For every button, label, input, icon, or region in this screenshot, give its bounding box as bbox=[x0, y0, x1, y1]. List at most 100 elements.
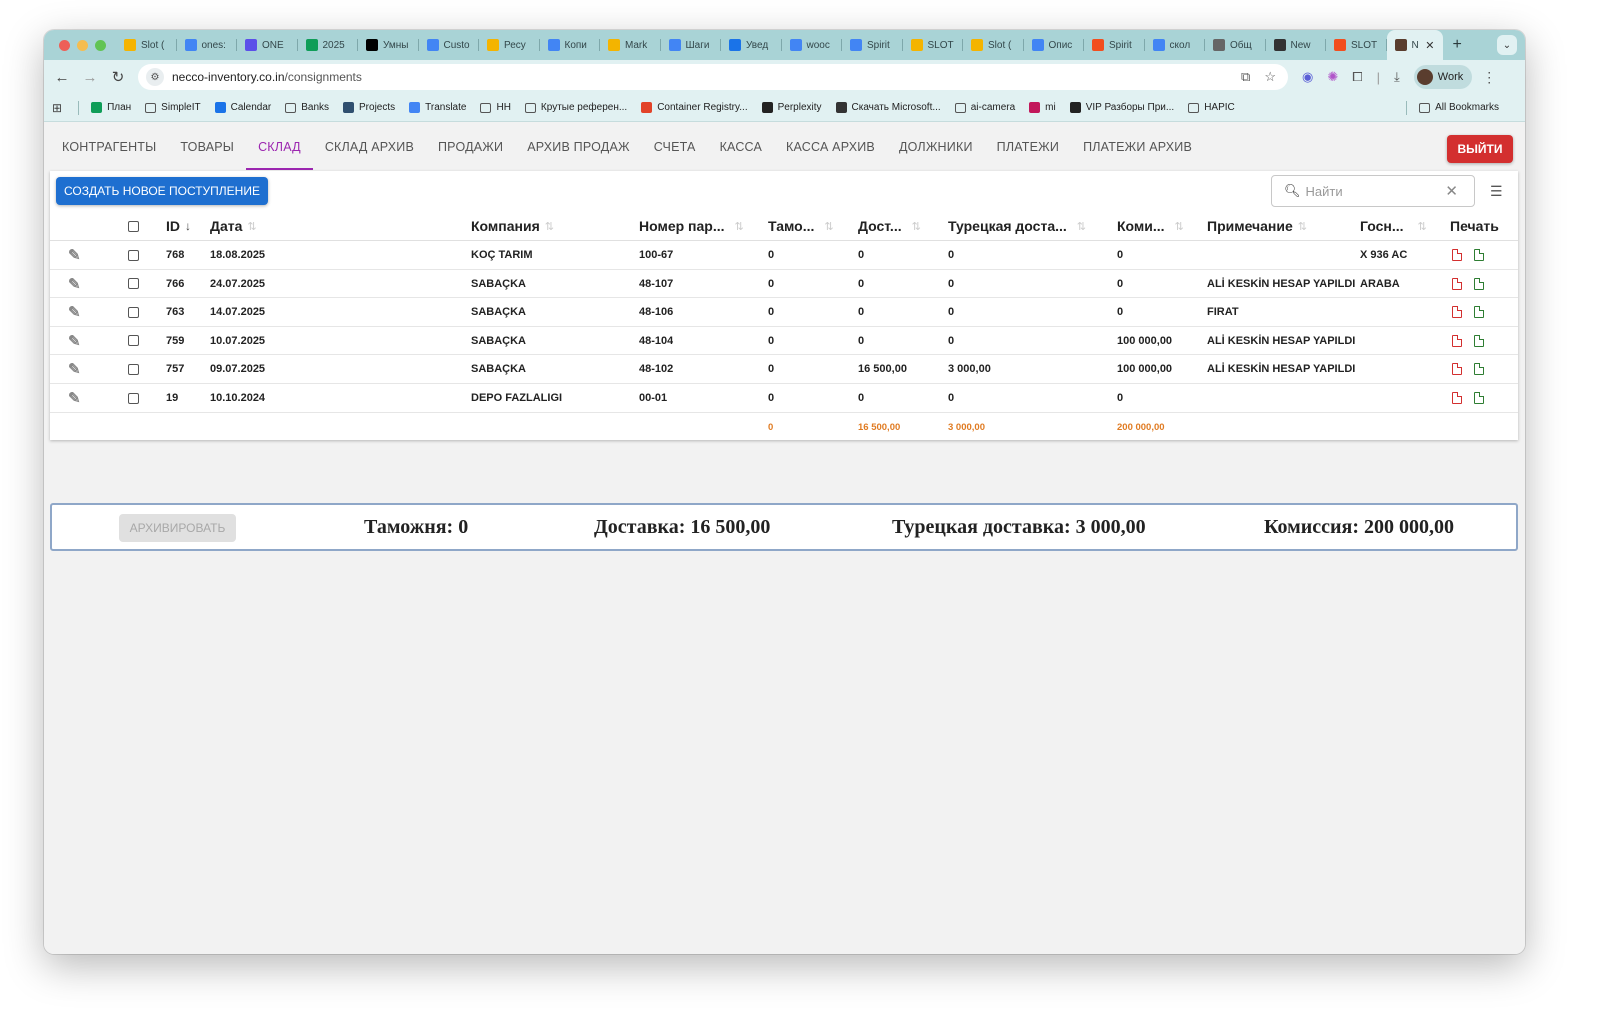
xls-icon[interactable] bbox=[1474, 249, 1484, 261]
xls-icon[interactable] bbox=[1474, 277, 1484, 290]
extension-icon[interactable]: ◉ bbox=[1302, 69, 1313, 85]
nav-tab[interactable]: ПЛАТЕЖИ АРХИВ bbox=[1071, 123, 1204, 171]
bookmark-item[interactable]: HH bbox=[480, 102, 511, 113]
column-company[interactable]: Компания ⇅ bbox=[471, 211, 554, 241]
column-customs[interactable]: Тамо... ⇅ bbox=[768, 211, 834, 241]
extension-icon[interactable]: ✺ bbox=[1327, 69, 1338, 85]
sort-desc-icon[interactable]: ↓ bbox=[185, 219, 191, 233]
bookmark-item[interactable]: SimpleIT bbox=[145, 102, 201, 113]
profile-button[interactable]: Work bbox=[1413, 65, 1473, 89]
create-consignment-button[interactable]: СОЗДАТЬ НОВОЕ ПОСТУПЛЕНИЕ bbox=[56, 177, 268, 205]
column-turkish-delivery[interactable]: Турецкая доста... ⇅ bbox=[948, 211, 1086, 241]
new-tab-icon[interactable]: + bbox=[1453, 36, 1462, 54]
bookmark-item[interactable]: HAPIC bbox=[1188, 102, 1235, 113]
sort-icon[interactable]: ⇅ bbox=[824, 220, 833, 233]
nav-tab[interactable]: КОНТРАГЕНТЫ bbox=[50, 123, 168, 171]
nav-tab[interactable]: ДОЛЖНИКИ bbox=[887, 123, 985, 171]
nav-tab[interactable]: СКЛАД АРХИВ bbox=[313, 123, 426, 171]
filter-icon[interactable]: ☰ bbox=[1490, 183, 1503, 200]
nav-tab[interactable]: СКЛАД bbox=[246, 123, 313, 171]
download-icon[interactable]: ⤓ bbox=[1394, 69, 1400, 85]
row-checkbox[interactable] bbox=[128, 363, 139, 375]
nav-tab[interactable]: СЧЕТА bbox=[642, 123, 708, 171]
browser-tab[interactable]: 2025 bbox=[298, 30, 359, 60]
nav-tab[interactable]: КАССА АРХИВ bbox=[774, 123, 887, 171]
bookmark-item[interactable]: Calendar bbox=[214, 102, 271, 113]
pdf-icon[interactable] bbox=[1452, 249, 1462, 261]
nav-tab[interactable]: ПЛАТЕЖИ bbox=[985, 123, 1071, 171]
table-row[interactable]: ✎ 766 24.07.2025 SABAÇKA 48-107 0 0 0 0 ALİ KESKİ… bbox=[50, 270, 1518, 299]
sort-icon[interactable]: ⇅ bbox=[1418, 220, 1427, 233]
table-row[interactable]: ✎ 759 10.07.2025 SABAÇKA 48-104 0 0 0 100 000,00… bbox=[50, 327, 1518, 356]
table-row[interactable]: ✎ 763 14.07.2025 SABAÇKA 48-106 0 0 0 0 FIRAT bbox=[50, 298, 1518, 327]
browser-tab[interactable]: Шаги bbox=[661, 30, 722, 60]
column-plate[interactable]: Госн... ⇅ bbox=[1360, 211, 1427, 241]
reload-icon[interactable]: ↻ bbox=[104, 68, 132, 86]
xls-icon[interactable] bbox=[1474, 392, 1484, 404]
bookmark-item[interactable]: ai-camera bbox=[954, 102, 1015, 113]
nav-tab[interactable]: ПРОДАЖИ bbox=[426, 123, 515, 171]
pdf-icon[interactable] bbox=[1452, 363, 1462, 376]
edit-icon[interactable]: ✎ bbox=[68, 360, 81, 378]
pdf-icon[interactable] bbox=[1452, 306, 1462, 319]
browser-tab[interactable]: Spirit bbox=[1084, 30, 1145, 60]
browser-tab[interactable]: Spirit bbox=[842, 30, 903, 60]
browser-tab[interactable]: SLOT bbox=[1326, 30, 1387, 60]
browser-tab[interactable]: New bbox=[1266, 30, 1327, 60]
nav-tab[interactable]: АРХИВ ПРОДАЖ bbox=[515, 123, 642, 171]
search-field[interactable]: 🔍︎ Найти ✕ bbox=[1271, 175, 1475, 207]
row-checkbox[interactable] bbox=[128, 249, 139, 261]
row-checkbox[interactable] bbox=[128, 335, 139, 347]
bookmark-item[interactable]: Perplexity bbox=[761, 102, 822, 113]
pdf-icon[interactable] bbox=[1452, 392, 1462, 404]
browser-tab[interactable]: Slot ( bbox=[116, 30, 177, 60]
sort-icon[interactable]: ⇅ bbox=[735, 220, 744, 233]
column-date[interactable]: Дата ⇅ bbox=[210, 211, 257, 241]
forward-icon[interactable]: → bbox=[76, 69, 104, 86]
xls-icon[interactable] bbox=[1474, 363, 1484, 376]
table-row[interactable]: ✎ 768 18.08.2025 KOÇ TARIM 100-67 0 0 0 0 X 936 A… bbox=[50, 241, 1518, 270]
edit-icon[interactable]: ✎ bbox=[68, 332, 81, 350]
browser-tab[interactable]: Ресу bbox=[479, 30, 540, 60]
pdf-icon[interactable] bbox=[1452, 277, 1462, 290]
puzzle-icon[interactable]: ⧠ bbox=[1352, 69, 1362, 85]
bookmark-item[interactable]: Banks bbox=[285, 102, 329, 113]
bookmark-star-icon[interactable]: ☆ bbox=[1264, 69, 1276, 85]
search-input[interactable]: Найти bbox=[1306, 184, 1343, 199]
all-bookmarks[interactable]: All Bookmarks bbox=[1402, 100, 1513, 115]
browser-tab[interactable]: Slot ( bbox=[963, 30, 1024, 60]
browser-tab[interactable]: wooc bbox=[782, 30, 843, 60]
browser-tab[interactable]: Custo bbox=[419, 30, 480, 60]
archive-button[interactable]: АРХИВИРОВАТЬ bbox=[119, 514, 236, 542]
edit-icon[interactable]: ✎ bbox=[68, 275, 81, 293]
bookmark-item[interactable]: Скачать Microsoft... bbox=[835, 102, 941, 113]
site-info-icon[interactable]: ⚙ bbox=[146, 68, 164, 86]
browser-tab[interactable]: SLOT bbox=[903, 30, 964, 60]
sort-icon[interactable]: ⇅ bbox=[247, 220, 256, 233]
column-id[interactable]: ID ↓ bbox=[166, 211, 191, 241]
logout-button[interactable]: ВЫЙТИ bbox=[1447, 135, 1513, 163]
cast-icon[interactable]: ⧉ bbox=[1241, 69, 1250, 85]
bookmark-item[interactable]: Projects bbox=[343, 102, 395, 113]
nav-tab[interactable]: КАССА bbox=[708, 123, 774, 171]
row-checkbox[interactable] bbox=[128, 392, 139, 404]
browser-tab[interactable]: Увед bbox=[721, 30, 782, 60]
bookmark-item[interactable]: План bbox=[91, 102, 131, 113]
bookmark-item[interactable]: VIP Разборы При... bbox=[1069, 102, 1174, 113]
browser-tab[interactable]: ones: bbox=[177, 30, 238, 60]
column-delivery[interactable]: Дост... ⇅ bbox=[858, 211, 921, 241]
sort-icon[interactable]: ⇅ bbox=[1077, 220, 1086, 233]
table-row[interactable]: ✎ 757 09.07.2025 SABAÇKA 48-102 0 16 500,00 3 0… bbox=[50, 355, 1518, 384]
sort-icon[interactable]: ⇅ bbox=[912, 220, 921, 233]
column-note[interactable]: Примечание ⇅ bbox=[1207, 211, 1307, 241]
xls-icon[interactable] bbox=[1474, 334, 1484, 347]
column-part-number[interactable]: Номер пар... ⇅ bbox=[639, 211, 744, 241]
select-all-checkbox[interactable] bbox=[128, 220, 139, 232]
maximize-window-icon[interactable] bbox=[95, 39, 106, 51]
apps-grid-icon[interactable]: ⊞ bbox=[52, 101, 62, 115]
browser-tab[interactable]: Умны bbox=[358, 30, 419, 60]
browser-tab[interactable]: Mark bbox=[600, 30, 661, 60]
browser-tab[interactable]: N ✕ bbox=[1386, 30, 1443, 60]
browser-tab[interactable]: ONE bbox=[237, 30, 298, 60]
close-tab-icon[interactable]: ✕ bbox=[1425, 39, 1434, 52]
